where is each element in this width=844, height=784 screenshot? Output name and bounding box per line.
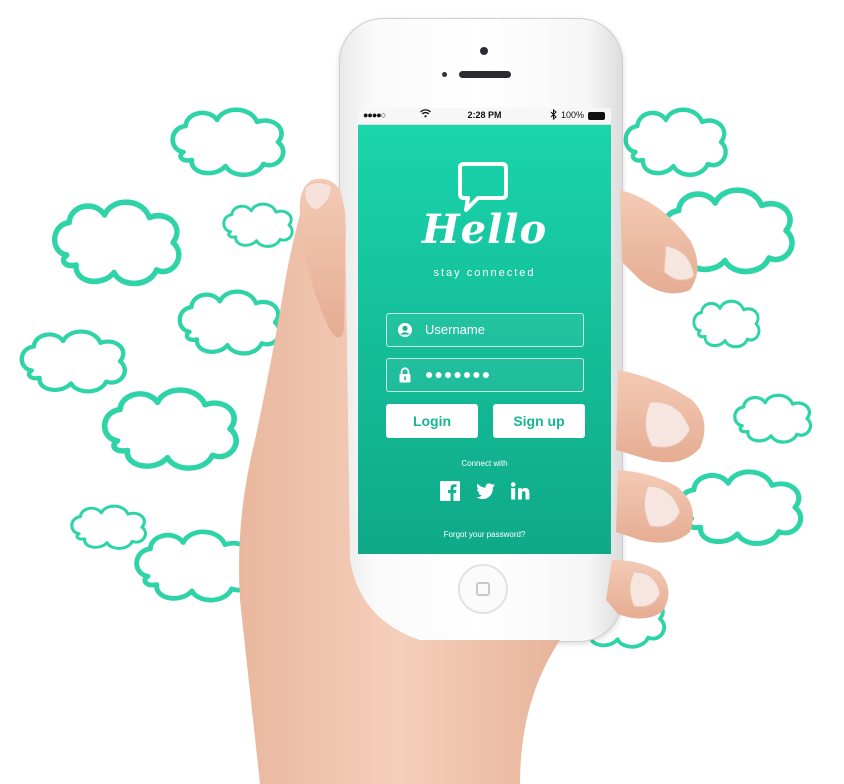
cloud-shape (222, 202, 294, 248)
bluetooth-icon (550, 108, 557, 122)
proximity-sensor (442, 72, 447, 77)
cloud-shape (55, 202, 179, 283)
username-input[interactable]: Username (386, 313, 584, 347)
app-screen: ●●●●○ 2:28 PM 100% Hello stay connected … (358, 108, 611, 554)
facebook-icon[interactable] (439, 480, 461, 502)
password-input[interactable]: ●●●●●●● (386, 358, 584, 392)
lock-icon (399, 367, 411, 383)
home-square-icon (476, 582, 490, 596)
cloud-shape (733, 393, 813, 444)
cloud-shape (137, 532, 253, 600)
app-tagline: stay connected (433, 267, 536, 279)
cloud-shape (22, 332, 125, 392)
earpiece-speaker (459, 71, 511, 78)
forgot-password-link[interactable]: Forgot your password? (358, 530, 611, 539)
battery-percent: 100% (561, 110, 585, 120)
twitter-icon[interactable] (474, 480, 496, 502)
user-icon (398, 323, 412, 337)
password-value: ●●●●●●● (425, 366, 492, 382)
front-camera (480, 47, 488, 55)
cloud-shape (180, 292, 280, 354)
cloud-shape (70, 504, 148, 550)
cloud-shape (664, 190, 792, 271)
app-logo-title: Hello (421, 206, 548, 253)
connect-with-label: Connect with (461, 459, 508, 468)
cloud-shape (680, 472, 801, 544)
cloud-shape (626, 110, 726, 175)
signup-button[interactable]: Sign up (493, 404, 585, 438)
username-placeholder: Username (425, 322, 485, 337)
battery-icon (588, 112, 605, 120)
cloud-shape (105, 390, 236, 468)
cloud-shape (173, 110, 283, 175)
cloud-shape (692, 299, 761, 349)
login-button[interactable]: Login (386, 404, 478, 438)
status-bar: ●●●●○ 2:28 PM 100% (358, 108, 611, 125)
linkedin-icon[interactable] (509, 480, 531, 502)
home-button[interactable] (458, 564, 508, 614)
